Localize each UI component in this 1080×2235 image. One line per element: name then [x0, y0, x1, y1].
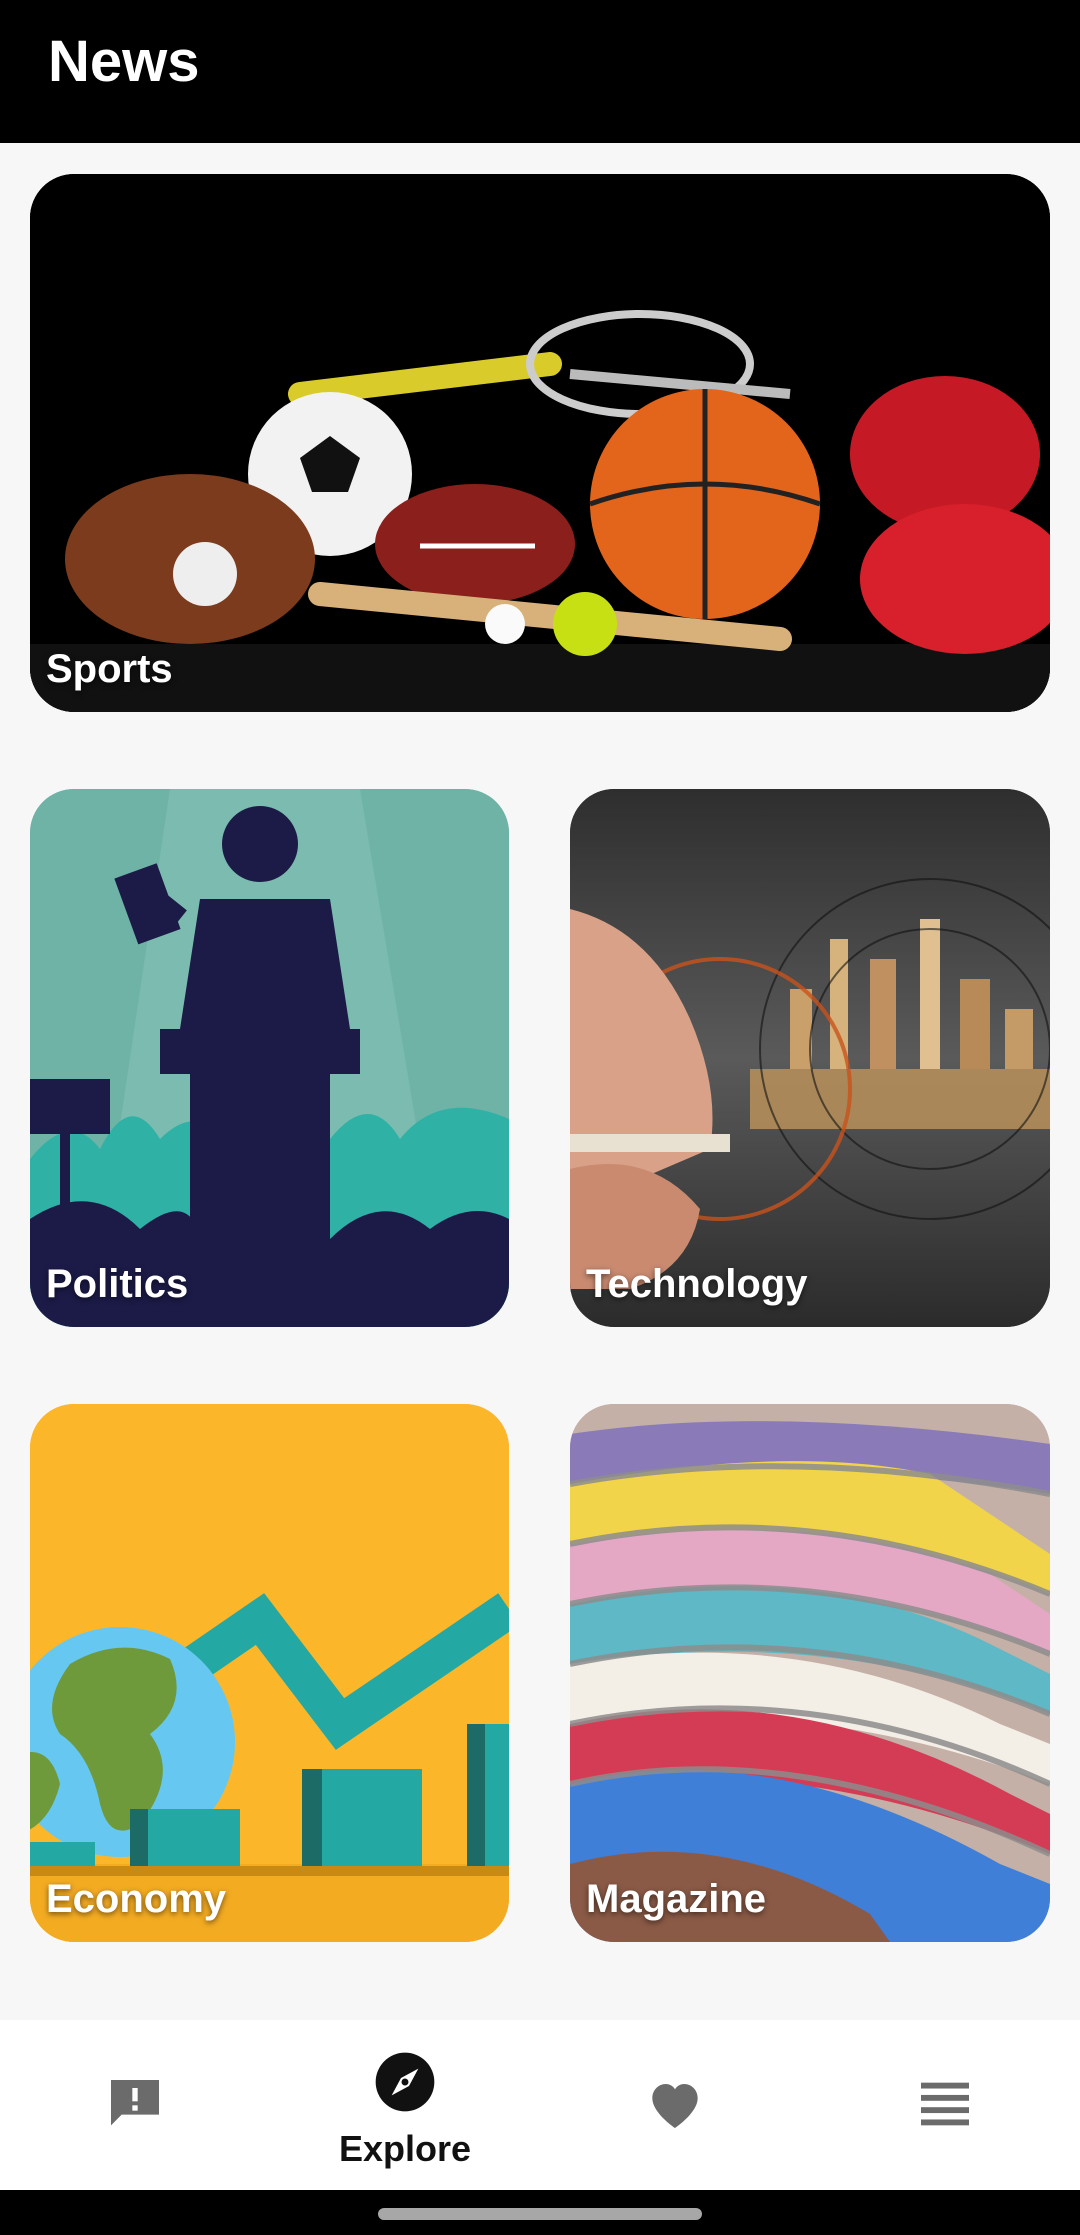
nav-item-feedback[interactable]	[0, 2020, 270, 2190]
category-card-economy[interactable]: Economy	[30, 1404, 509, 1942]
list-icon	[921, 2082, 969, 2126]
category-label-technology: Technology	[586, 1262, 808, 1306]
category-label-economy: Economy	[46, 1877, 227, 1921]
category-card-technology[interactable]: Technology	[570, 789, 1050, 1327]
category-card-magazine[interactable]: Magazine	[570, 1404, 1050, 1942]
nav-label-explore: Explore	[338, 2128, 472, 2169]
category-label-sports: Sports	[46, 647, 173, 691]
technology-image	[570, 789, 1050, 1327]
system-navigation-bar	[0, 2190, 1080, 2235]
sports-image	[30, 174, 1050, 712]
politics-image	[30, 789, 509, 1327]
nav-item-explore[interactable]: Explore	[270, 2020, 540, 2190]
magazine-image	[570, 1404, 1050, 1942]
category-card-sports[interactable]: Sports	[30, 174, 1050, 712]
category-label-magazine: Magazine	[586, 1877, 767, 1921]
feedback-icon	[111, 2080, 159, 2126]
nav-item-list[interactable]	[810, 2020, 1080, 2190]
category-label-politics: Politics	[46, 1262, 189, 1306]
bottom-navigation: Explore	[0, 2020, 1080, 2190]
compass-icon	[375, 2052, 435, 2112]
nav-item-favorites[interactable]	[540, 2020, 810, 2190]
app-title: News	[48, 29, 200, 94]
app-bar: News	[0, 0, 1080, 143]
category-card-politics[interactable]: Politics	[30, 789, 509, 1327]
economy-image	[30, 1404, 509, 1942]
home-indicator[interactable]	[378, 2208, 702, 2220]
heart-icon	[652, 2084, 698, 2128]
